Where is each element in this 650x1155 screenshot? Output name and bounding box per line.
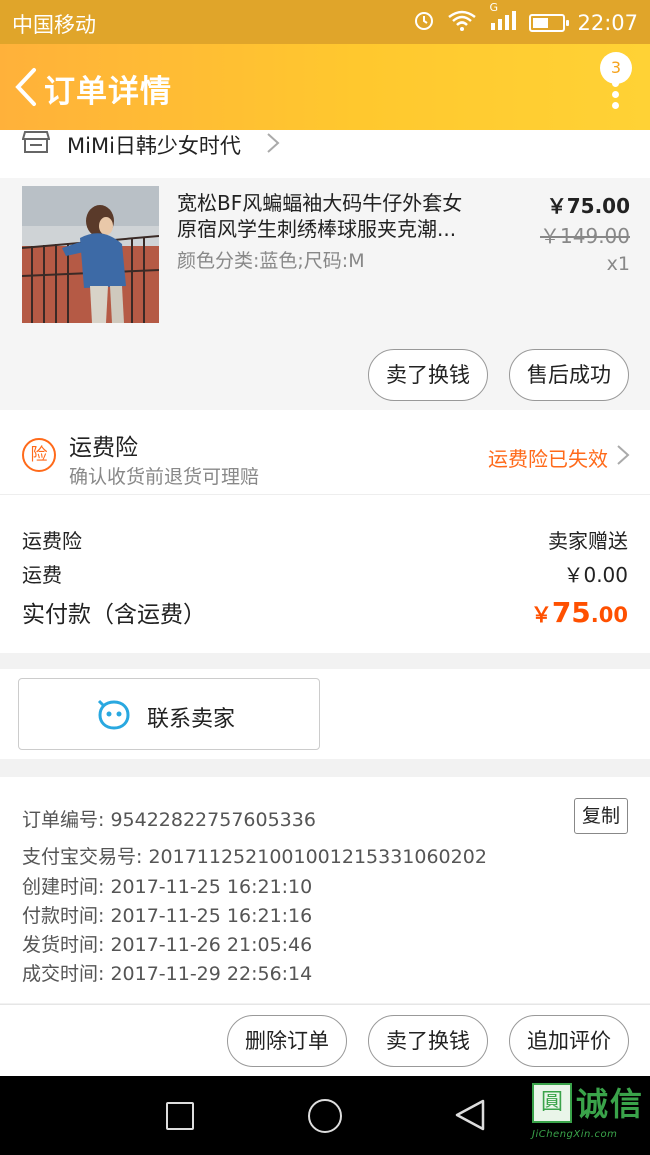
store-icon <box>21 130 51 154</box>
shipping-cost-row: 运费 ￥0.00 <box>22 559 628 588</box>
battery-icon <box>529 13 570 32</box>
total-row: 实付款（含运费） ￥75.00 <box>22 595 628 629</box>
total-currency: ￥ <box>530 603 552 627</box>
recent-apps-icon[interactable] <box>166 1102 194 1130</box>
insurance-subtitle: 确认收货前退货可理赔 <box>69 466 260 488</box>
contact-seller-button[interactable]: 联系卖家 <box>18 678 320 750</box>
shop-name: MiMi日韩少女时代 <box>67 134 241 158</box>
total-integer: 75 <box>551 596 591 629</box>
insurance-title: 运费险 <box>69 435 138 461</box>
insurance-cost-label: 运费险 <box>22 529 82 553</box>
insurance-icon: 险 <box>22 438 56 472</box>
page-title: 订单详情 <box>44 74 172 110</box>
home-icon[interactable] <box>308 1099 342 1133</box>
status-bar: 中国移动 G 22:07 <box>0 0 650 44</box>
signal-icon: G <box>489 1 517 36</box>
battery-fill <box>533 17 549 28</box>
after-sale-button[interactable]: 售后成功 <box>509 349 629 401</box>
sell-button[interactable]: 卖了换钱 <box>368 1015 488 1067</box>
header: 订单详情 3 <box>0 44 650 130</box>
status-icons: G 22:07 <box>413 1 638 36</box>
original-price: ￥149.00 <box>540 224 630 248</box>
paid-time: 付款时间: 2017-11-25 16:21:16 <box>22 905 313 927</box>
carrier-name: 中国移动 <box>12 13 96 37</box>
shipped-time: 发货时间: 2017-11-26 21:05:46 <box>22 934 313 956</box>
watermark-text: 诚信 <box>576 1085 645 1123</box>
back-arrow-icon[interactable] <box>8 64 44 110</box>
order-number: 订单编号: 95422822757605336 <box>22 809 316 831</box>
total-value: ￥75.00 <box>531 596 628 629</box>
chevron-right-icon <box>266 132 280 158</box>
product-price: ￥75.00 <box>546 194 630 218</box>
alarm-icon <box>413 9 435 36</box>
shop-row[interactable]: MiMi日韩少女时代 <box>0 130 650 178</box>
closed-time: 成交时间: 2017-11-29 22:56:14 <box>22 963 313 985</box>
product-spec: 颜色分类:蓝色;尺码:M <box>177 250 365 272</box>
contact-seller-label: 联系卖家 <box>147 707 236 732</box>
cost-summary: 运费险 卖家赠送 运费 ￥0.00 实付款（含运费） ￥75.00 <box>0 495 650 653</box>
insurance-cost-row: 运费险 卖家赠送 <box>22 525 628 554</box>
total-label: 实付款（含运费） <box>22 602 206 628</box>
bottom-action-bar: 删除订单 卖了换钱 追加评价 <box>0 1004 650 1076</box>
product-name-line2: 原宿风学生刺绣棒球服夹克潮... <box>177 217 457 241</box>
network-type: G <box>489 1 498 14</box>
created-time: 创建时间: 2017-11-25 16:21:10 <box>22 876 313 898</box>
product-name-line1: 宽松BF风蝙蝠袖大码牛仔外套女 <box>177 191 463 215</box>
watermark-domain: JiChengXin.com <box>532 1129 618 1140</box>
watermark-logo: 圓 <box>532 1083 572 1123</box>
product-card: 宽松BF风蝙蝠袖大码牛仔外套女 原宿风学生刺绣棒球服夹克潮... 颜色分类:蓝色… <box>0 178 650 410</box>
chevron-right-icon <box>616 444 630 470</box>
shipping-insurance-row[interactable]: 险 运费险 确认收货前退货可理赔 运费险已失效 <box>0 410 650 495</box>
add-review-button[interactable]: 追加评价 <box>509 1015 629 1067</box>
copy-button[interactable]: 复制 <box>574 798 628 834</box>
product-name[interactable]: 宽松BF风蝙蝠袖大码牛仔外套女 原宿风学生刺绣棒球服夹克潮... <box>177 190 497 242</box>
chat-face-icon <box>97 699 131 735</box>
shipping-cost-value: ￥0.00 <box>563 563 628 587</box>
sell-button[interactable]: 卖了换钱 <box>368 349 488 401</box>
insurance-cost-value: 卖家赠送 <box>548 529 628 553</box>
clock: 22:07 <box>577 10 638 35</box>
wifi-icon <box>447 9 477 36</box>
shipping-cost-label: 运费 <box>22 563 62 587</box>
product-image[interactable] <box>22 186 159 323</box>
delete-order-button[interactable]: 删除订单 <box>227 1015 347 1067</box>
back-icon[interactable] <box>453 1098 487 1136</box>
insurance-status: 运费险已失效 <box>488 447 608 471</box>
contact-section: 联系卖家 <box>0 669 650 759</box>
total-decimal: .00 <box>590 603 628 627</box>
watermark: 圓 诚信 JiChengXin.com <box>532 1079 650 1151</box>
alipay-trade-number: 支付宝交易号: 2017112521001001215331060202 <box>22 846 487 868</box>
quantity: x1 <box>606 253 630 275</box>
more-dots-icon[interactable] <box>612 80 620 109</box>
order-info: 订单编号: 95422822757605336 复制 支付宝交易号: 20171… <box>0 777 650 1003</box>
